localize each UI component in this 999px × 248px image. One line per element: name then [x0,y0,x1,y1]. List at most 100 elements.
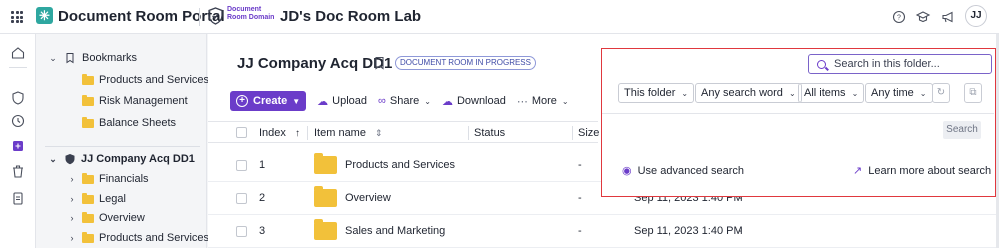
search-button[interactable]: Search [943,121,981,139]
domain-title[interactable]: JD's Doc Room Lab [280,8,421,25]
share-icon: ∞ [378,95,386,107]
announcement-icon[interactable] [940,9,956,25]
row-extra: - [738,225,742,237]
learn-more-link[interactable]: ↗ Learn more about search [853,164,991,178]
chevron-down-icon: ⌄ [788,88,796,98]
time-dropdown[interactable]: Any time ⌄ [865,83,933,103]
share-button[interactable]: ∞ Share ⌄ [378,95,431,107]
clock-icon[interactable] [10,113,26,129]
panel-divider [602,113,994,114]
download-icon: ☁ [441,95,453,108]
create-label: Create [253,95,288,107]
search-icon [817,59,826,69]
search-panel: This folder ⌄ Any search word ⌄ All item… [601,48,996,197]
chevron-right-icon[interactable]: › [67,233,77,243]
tree-item-bookmark[interactable]: Balance Sheets [82,113,176,133]
chevron-down-icon: ⌄ [681,88,689,98]
sort-arrow-up-icon[interactable]: ↑ [295,128,300,139]
chevron-down-icon: ⌄ [919,88,927,98]
saved-search-button[interactable]: ⧉ [964,83,982,103]
folder-icon [314,219,337,240]
domain-label-line1: Document [227,6,262,13]
domain-label: Document Room Domain [227,6,274,22]
home-icon[interactable] [10,45,26,61]
tree-folder[interactable]: › Legal [67,189,126,209]
tree-room[interactable]: ⌄ JJ Company Acq DD1 [48,149,195,169]
shield-icon[interactable] [10,90,26,106]
shield-icon [65,154,75,165]
row-index: 1 [259,159,266,171]
sort-icon[interactable]: ⇕ [375,128,383,138]
download-button[interactable]: ☁ Download [442,95,506,108]
divider [199,8,200,26]
bookmark-icon[interactable] [374,56,385,70]
plus-icon: + [236,95,248,107]
row-modified-date: Sep 11, 2023 1:40 PM [634,225,743,237]
chevron-right-icon[interactable]: › [67,213,77,223]
folder-icon [82,73,94,85]
tree-divider [45,146,200,147]
tree-folder[interactable]: › Overview [67,208,145,228]
row-status: - [578,192,582,204]
tree-folder-label: Overview [99,212,145,224]
tree-room-label: JJ Company Acq DD1 [81,153,195,165]
tree-folder[interactable]: › Products and Services [67,228,209,248]
column-header-status[interactable]: Status [474,127,505,139]
row-checkbox[interactable] [236,226,247,237]
row-item-name[interactable]: Sales and Marketing [345,225,445,237]
more-icon: ⋯ [516,95,528,108]
more-button[interactable]: ⋯ More ⌄ [517,95,569,108]
search-field[interactable] [808,54,992,74]
trash-icon[interactable] [10,163,26,179]
tree-bookmarks[interactable]: ⌄ Bookmarks [48,48,137,68]
chevron-right-icon[interactable]: › [67,194,77,204]
folder-icon [82,116,94,128]
create-button[interactable]: + Create ▼ [230,91,307,111]
domain-label-line2: Room Domain [227,14,275,21]
page-title: JJ Company Acq DD1 [237,55,393,72]
row-index: 2 [259,192,266,204]
upload-button[interactable]: ☁ Upload [317,95,367,108]
tree-folder-label: Legal [99,193,126,205]
clipboard-icon[interactable] [10,190,26,206]
column-header-size[interactable]: Size [578,127,599,139]
row-item-name[interactable]: Products and Services [345,159,455,171]
advanced-search-link[interactable]: ◉ Use advanced search [622,164,744,178]
folder-icon [82,192,94,204]
scope-dropdown[interactable]: This folder ⌄ [618,83,695,103]
time-value: Any time [871,87,914,99]
chevron-right-icon[interactable]: › [67,174,77,184]
column-header-index[interactable]: Index ↑ [259,127,300,139]
shield-icon [208,7,223,25]
avatar[interactable]: JJ [965,5,987,27]
left-rail [0,34,36,248]
reset-button[interactable]: ↻ [932,83,950,103]
tree-folder[interactable]: › Financials [67,169,149,189]
column-header-item-name[interactable]: Item name ⇕ [314,127,383,139]
advanced-search-icon: ◉ [622,165,632,177]
folder-icon [82,94,94,106]
chevron-down-icon[interactable]: ⌄ [48,53,58,64]
items-dropdown[interactable]: All items ⌄ [798,83,865,103]
tree-item-bookmark[interactable]: Risk Management [82,91,188,111]
row-checkbox[interactable] [236,193,247,204]
search-word-dropdown[interactable]: Any search word ⌄ [695,83,802,103]
table-header: Index ↑ Item name ⇕ Status Size [208,121,599,143]
tree-item-bookmark[interactable]: Products and Services [82,70,209,90]
tree-bookmarks-label: Bookmarks [82,52,138,64]
learning-icon[interactable] [915,9,931,25]
help-icon[interactable]: ? [891,9,907,25]
more-label: More [531,95,557,107]
chevron-down-icon: ⌄ [561,96,569,106]
row-status: - [578,159,582,171]
row-item-name[interactable]: Overview [345,192,391,204]
column-index-label: Index [259,127,286,139]
row-checkbox[interactable] [236,160,247,171]
chevron-down-icon[interactable]: ⌄ [48,154,58,165]
select-all-checkbox[interactable] [236,127,247,138]
folder-icon [314,153,337,174]
search-input[interactable] [834,58,974,70]
table-row[interactable]: 3 Sales and Marketing - Sep 11, 2023 1:4… [208,215,999,248]
app-grid-icon[interactable] [11,11,23,23]
document-room-icon[interactable] [10,138,26,154]
